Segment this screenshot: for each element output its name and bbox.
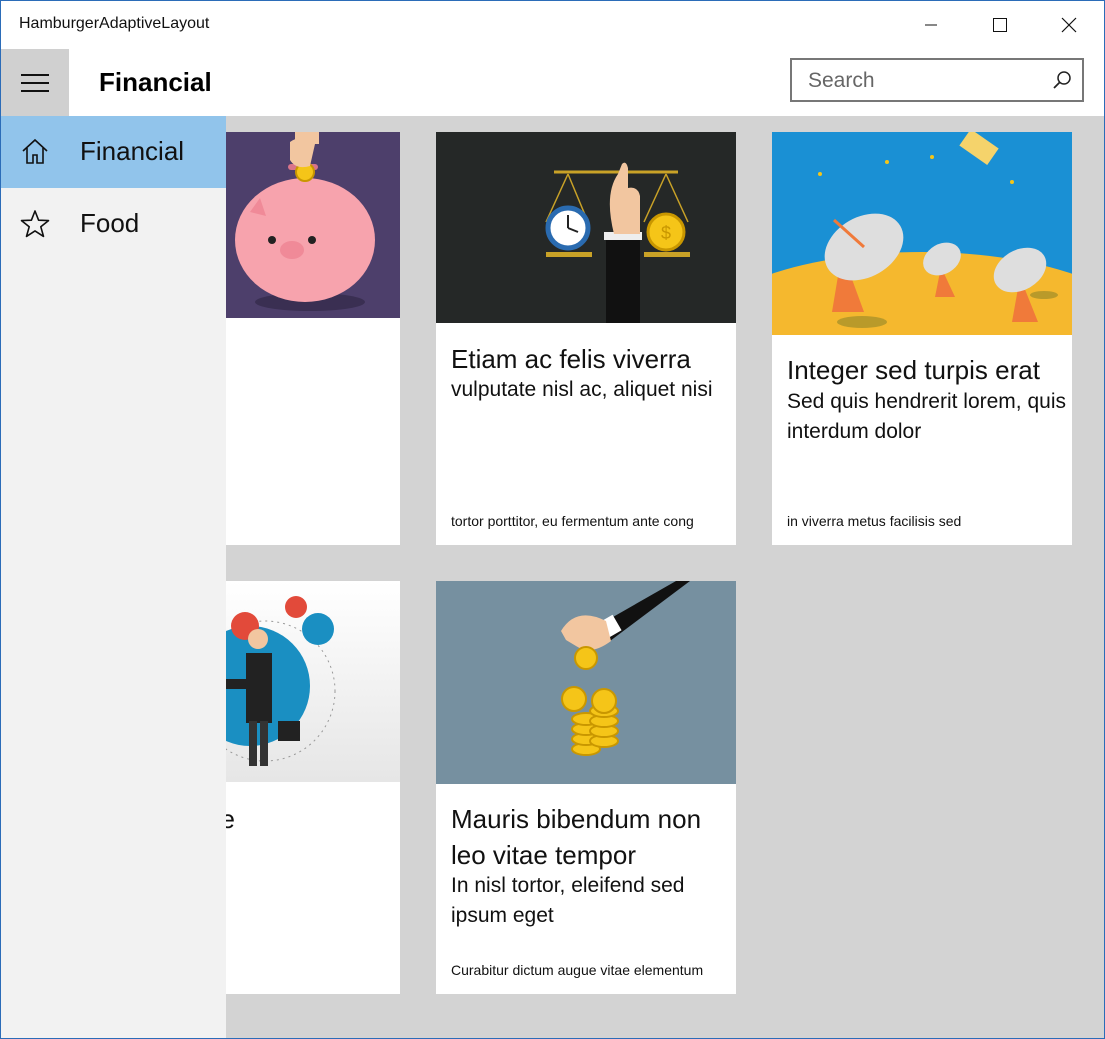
card[interactable]: Mauris bibendum non leo vitae tempor In … — [436, 581, 736, 994]
card-subtitle: vulputate nisl ac, aliquet nisi — [451, 378, 713, 401]
card-description: in viverra metus facilisis sed — [787, 513, 962, 529]
card-image-satellite-dishes — [772, 132, 1072, 335]
minimize-icon — [925, 24, 937, 26]
close-button[interactable] — [1034, 1, 1104, 49]
card-image-hand-coins — [436, 581, 736, 784]
maximize-button[interactable] — [965, 1, 1035, 49]
hamburger-icon — [21, 73, 49, 92]
page-title: Financial — [99, 67, 212, 97]
card-title: Etiam ac felis viverra — [451, 344, 691, 374]
maximize-icon — [993, 18, 1007, 32]
hamburger-button[interactable] — [1, 49, 69, 116]
window-title: HamburgerAdaptiveLayout — [19, 15, 210, 32]
card-title: Integer sed turpis erat — [787, 355, 1040, 385]
nav-item-food[interactable]: Food — [1, 188, 226, 260]
card-title: Mauris bibendum non leo vitae tempor — [451, 804, 702, 870]
app-header: Financial — [1, 49, 1104, 116]
svg-text:$: $ — [661, 223, 671, 243]
card-subtitle: In nisl tortor, eleifend sed ipsum eget — [451, 874, 685, 927]
title-bar: HamburgerAdaptiveLayout — [1, 1, 1104, 49]
home-icon — [22, 138, 48, 164]
card-image-scales-time-money: $ — [436, 132, 736, 323]
nav-item-financial[interactable]: Financial — [1, 116, 226, 188]
search-input[interactable] — [806, 68, 1050, 94]
card-description: Curabitur dictum augue vitae elementum — [451, 962, 704, 978]
minimize-button[interactable] — [896, 1, 966, 49]
close-icon — [1061, 17, 1077, 33]
navigation-pane: Financial Food — [1, 116, 226, 1038]
star-icon — [20, 210, 50, 238]
card[interactable]: Integer sed turpis erat Sed quis hendrer… — [772, 132, 1072, 545]
nav-item-label: Food — [80, 208, 140, 238]
card-subtitle: Sed quis hendrerit lorem, quis interdum … — [787, 390, 1066, 443]
search-icon[interactable] — [1052, 70, 1072, 90]
app-window: HamburgerAdaptiveLayout Financial Search… — [0, 0, 1105, 1039]
nav-item-label: Financial — [80, 136, 185, 166]
card-description: tortor porttitor, eu fermentum ante cong — [451, 513, 694, 529]
card[interactable]: $ Etiam ac felis viverra vulputate nisl … — [436, 132, 736, 545]
search-box[interactable] — [790, 58, 1084, 102]
